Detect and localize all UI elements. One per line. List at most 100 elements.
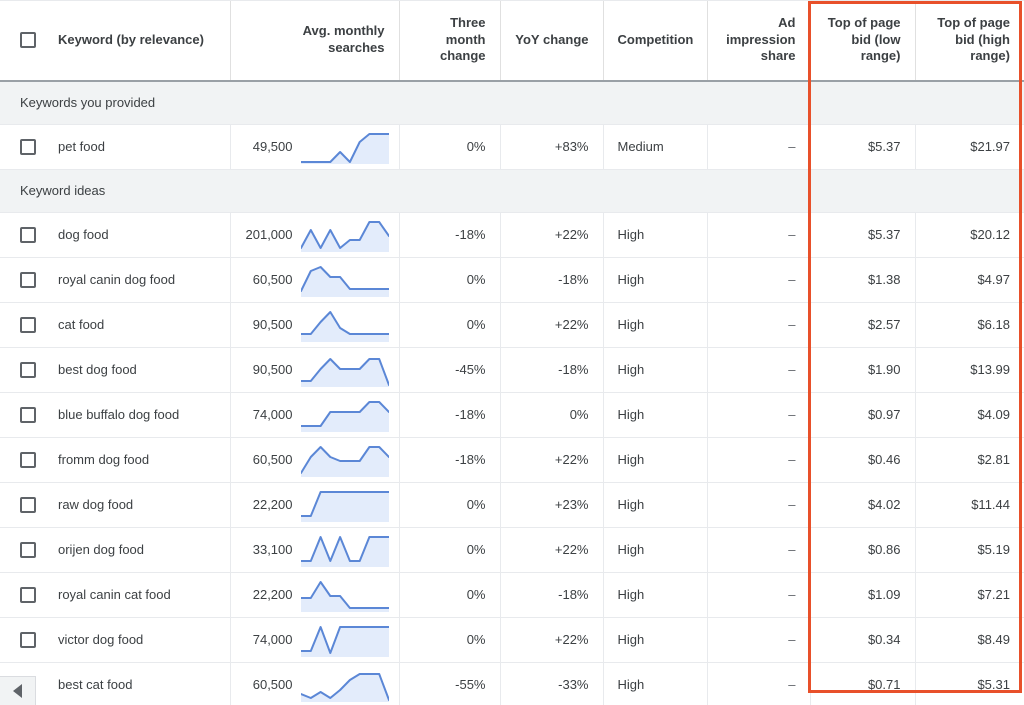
column-header-avg-monthly-searches[interactable]: Avg. monthly searches <box>230 0 400 82</box>
table-row[interactable]: royal canin cat food 22,200 0% -18% High – $1.… <box>0 572 1024 618</box>
cell-keyword: orijen dog food <box>0 527 231 573</box>
table-row[interactable]: victor dog food 74,000 0% +22% High – $0.34 $8.… <box>0 617 1024 663</box>
keyword-text[interactable]: cat food <box>58 317 104 332</box>
cell-top-of-page-bid-high: $2.81 <box>915 437 1024 483</box>
cell-top-of-page-bid-low: $0.71 <box>810 662 916 705</box>
collapse-panel-button[interactable] <box>0 676 36 705</box>
keyword-text[interactable]: best cat food <box>58 677 132 692</box>
keyword-text[interactable]: fromm dog food <box>58 452 149 467</box>
row-checkbox[interactable] <box>20 316 36 333</box>
table-row[interactable]: cat food 90,500 0% +22% High – $2.57 $6.18 <box>0 302 1024 348</box>
cell-yoy-change: +83% <box>500 124 604 170</box>
cell-ad-impression-share: – <box>707 257 811 303</box>
row-checkbox[interactable] <box>20 451 36 468</box>
cell-top-of-page-bid-low: $0.46 <box>810 437 916 483</box>
column-header-top-of-page-bid-high[interactable]: Top of page bid (high range) <box>915 0 1024 82</box>
row-checkbox[interactable] <box>20 138 36 155</box>
cell-keyword: fromm dog food <box>0 437 231 483</box>
keyword-text[interactable]: dog food <box>58 227 109 242</box>
sparkline-svg <box>300 220 389 252</box>
row-checkbox[interactable] <box>20 631 36 648</box>
column-header-keyword[interactable]: Keyword (by relevance) <box>0 0 231 82</box>
cell-three-month-change: 0% <box>399 482 501 528</box>
sparkline-svg <box>300 445 389 477</box>
column-header-yoy-change[interactable]: YoY change <box>500 0 604 82</box>
avg-monthly-searches-value: 60,500 <box>252 272 293 287</box>
keyword-text[interactable]: royal canin dog food <box>58 272 175 287</box>
row-checkbox[interactable] <box>20 406 36 423</box>
cell-avg-monthly-searches: 33,100 <box>230 527 400 573</box>
column-header-top-of-page-bid-low[interactable]: Top of page bid (low range) <box>810 0 916 82</box>
keyword-text[interactable]: best dog food <box>58 362 137 377</box>
row-checkbox[interactable] <box>20 271 36 288</box>
cell-top-of-page-bid-low: $1.38 <box>810 257 916 303</box>
section-title: Keywords you provided <box>0 81 1024 125</box>
cell-avg-monthly-searches: 60,500 <box>230 662 400 705</box>
cell-competition: High <box>603 257 708 303</box>
sparkline-svg <box>300 535 389 567</box>
table-row[interactable]: best cat food 60,500 -55% -33% High – $0.71 $5.… <box>0 662 1024 705</box>
row-checkbox[interactable] <box>20 541 36 558</box>
row-checkbox[interactable] <box>20 496 36 513</box>
cell-three-month-change: 0% <box>399 572 501 618</box>
cell-competition: High <box>603 572 708 618</box>
cell-keyword: blue buffalo dog food <box>0 392 231 438</box>
row-checkbox[interactable] <box>20 361 36 378</box>
cell-ad-impression-share: – <box>707 124 811 170</box>
table-row[interactable]: best dog food 90,500 -45% -18% High – $1.90 $13… <box>0 347 1024 393</box>
cell-competition: Medium <box>603 124 708 170</box>
cell-competition: High <box>603 302 708 348</box>
table-row[interactable]: dog food 201,000 -18% +22% High – $5.37 $20.12 <box>0 212 1024 258</box>
cell-avg-monthly-searches: 22,200 <box>230 572 400 618</box>
top-divider <box>0 0 1024 1</box>
cell-three-month-change: -18% <box>399 437 501 483</box>
table-row[interactable]: blue buffalo dog food 74,000 -18% 0% High – $0… <box>0 392 1024 438</box>
cell-top-of-page-bid-low: $5.37 <box>810 212 916 258</box>
cell-ad-impression-share: – <box>707 617 811 663</box>
cell-top-of-page-bid-high: $7.21 <box>915 572 1024 618</box>
table-row[interactable]: fromm dog food 60,500 -18% +22% High – $0.46 $2… <box>0 437 1024 483</box>
cell-competition: High <box>603 482 708 528</box>
keyword-text[interactable]: royal canin cat food <box>58 587 171 602</box>
cell-top-of-page-bid-low: $0.86 <box>810 527 916 573</box>
cell-three-month-change: 0% <box>399 257 501 303</box>
avg-monthly-searches-value: 33,100 <box>252 542 293 557</box>
sparkline-svg <box>300 400 389 432</box>
cell-ad-impression-share: – <box>707 572 811 618</box>
table-row[interactable]: pet food 49,500 0% +83% Medium – $5.37 $21.97 <box>0 124 1024 170</box>
keyword-text[interactable]: pet food <box>58 139 105 154</box>
section-header-row: Keyword ideas <box>0 169 1024 213</box>
cell-yoy-change: +22% <box>500 212 604 258</box>
cell-keyword: royal canin cat food <box>0 572 231 618</box>
column-header-competition[interactable]: Competition <box>603 0 708 82</box>
sparkline-svg <box>300 580 389 612</box>
column-header-three-month-change[interactable]: Three month change <box>399 0 501 82</box>
table-row[interactable]: raw dog food 22,200 0% +23% High – $4.02 $11.44 <box>0 482 1024 528</box>
select-all-checkbox[interactable] <box>20 32 36 48</box>
table-row[interactable]: royal canin dog food 60,500 0% -18% High – $1.… <box>0 257 1024 303</box>
triangle-left-icon <box>13 684 22 698</box>
keyword-text[interactable]: victor dog food <box>58 632 143 647</box>
sparkline-svg <box>300 265 389 297</box>
cell-yoy-change: -18% <box>500 257 604 303</box>
cell-keyword: best dog food <box>0 347 231 393</box>
table-row[interactable]: orijen dog food 33,100 0% +22% High – $0.86 $5.… <box>0 527 1024 573</box>
keyword-text[interactable]: orijen dog food <box>58 542 144 557</box>
keyword-text[interactable]: raw dog food <box>58 497 133 512</box>
section-header-row: Keywords you provided <box>0 81 1024 125</box>
cell-competition: High <box>603 617 708 663</box>
sparkline-svg <box>300 357 389 387</box>
cell-competition: High <box>603 437 708 483</box>
cell-three-month-change: -45% <box>399 347 501 393</box>
sparkline-svg <box>300 672 389 702</box>
keyword-text[interactable]: blue buffalo dog food <box>58 407 179 422</box>
cell-ad-impression-share: – <box>707 527 811 573</box>
cell-avg-monthly-searches: 49,500 <box>230 124 400 170</box>
cell-yoy-change: +23% <box>500 482 604 528</box>
column-header-ad-impression-share[interactable]: Ad impression share <box>707 0 811 82</box>
row-checkbox[interactable] <box>20 586 36 603</box>
row-checkbox[interactable] <box>20 226 36 243</box>
column-header-competition-label: Competition <box>617 31 694 47</box>
cell-three-month-change: -55% <box>399 662 501 705</box>
cell-yoy-change: -18% <box>500 572 604 618</box>
